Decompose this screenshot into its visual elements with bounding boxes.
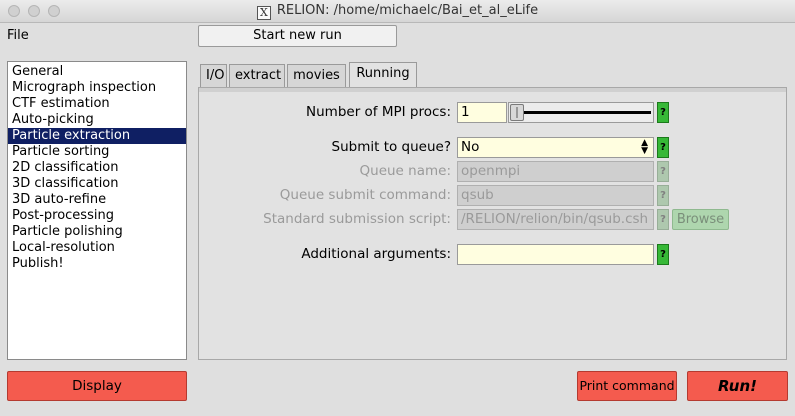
running-panel: Number of MPI procs: 1 ? Submit to queue…	[198, 87, 787, 360]
tab-extract[interactable]: extract	[229, 64, 285, 88]
job-type-list[interactable]: General Micrograph inspection CTF estima…	[7, 61, 187, 360]
queue-name-help-button[interactable]: ?	[657, 161, 669, 182]
slider-line	[521, 111, 651, 114]
start-new-run-button[interactable]: Start new run	[198, 25, 397, 47]
queue-submit-command-label: Queue submit command:	[279, 187, 451, 203]
job-item-post-processing[interactable]: Post-processing	[8, 208, 186, 224]
submit-queue-value: No	[461, 139, 480, 155]
queue-name-label: Queue name:	[359, 163, 451, 179]
title-bar: X RELION: /home/michaelc/Bai_et_al_eLife	[0, 0, 795, 23]
additional-arguments-help-button[interactable]: ?	[657, 244, 669, 265]
queue-name-input[interactable]: openmpi	[457, 161, 654, 182]
menu-file[interactable]: File	[7, 28, 29, 43]
panel-top-strip	[199, 88, 786, 92]
submit-queue-label: Submit to queue?	[331, 139, 451, 155]
mpi-procs-slider[interactable]	[508, 102, 654, 123]
tab-movies[interactable]: movies	[287, 64, 346, 88]
mpi-procs-label: Number of MPI procs:	[306, 104, 451, 120]
window-title-wrap: X RELION: /home/michaelc/Bai_et_al_eLife	[0, 3, 795, 20]
job-item-3d-classification[interactable]: 3D classification	[8, 176, 186, 192]
additional-arguments-input[interactable]	[457, 244, 654, 265]
job-item-particle-extraction[interactable]: Particle extraction	[8, 128, 186, 144]
print-command-button[interactable]: Print command	[577, 371, 677, 401]
job-item-auto-picking[interactable]: Auto-picking	[8, 112, 186, 128]
submission-script-label: Standard submission script:	[263, 211, 451, 227]
job-item-general[interactable]: General	[8, 64, 186, 80]
mpi-procs-input[interactable]: 1	[457, 102, 507, 123]
window-title: RELION: /home/michaelc/Bai_et_al_eLife	[276, 3, 539, 18]
submit-queue-select[interactable]: No ▲ ▼	[457, 137, 654, 158]
queue-submit-command-help-button[interactable]: ?	[657, 185, 669, 206]
run-button[interactable]: Run!	[687, 371, 788, 401]
job-item-ctf-estimation[interactable]: CTF estimation	[8, 96, 186, 112]
x11-icon: X	[256, 6, 271, 20]
mpi-procs-help-button[interactable]: ?	[657, 102, 669, 123]
tab-running[interactable]: Running	[349, 62, 417, 89]
tab-io[interactable]: I/O	[200, 64, 227, 88]
browse-button[interactable]: Browse	[672, 209, 729, 230]
additional-arguments-label: Additional arguments:	[301, 246, 451, 262]
job-item-2d-classification[interactable]: 2D classification	[8, 160, 186, 176]
submission-script-input[interactable]: /RELION/relion/bin/qsub.csh	[457, 209, 654, 230]
submit-queue-help-button[interactable]: ?	[657, 137, 669, 158]
job-item-local-resolution[interactable]: Local-resolution	[8, 240, 186, 256]
display-button[interactable]: Display	[7, 371, 187, 401]
job-item-micrograph-inspection[interactable]: Micrograph inspection	[8, 80, 186, 96]
submission-script-help-button[interactable]: ?	[657, 209, 669, 230]
slider-handle[interactable]	[510, 104, 524, 121]
job-item-particle-polishing[interactable]: Particle polishing	[8, 224, 186, 240]
job-item-publish[interactable]: Publish!	[8, 256, 186, 272]
job-item-particle-sorting[interactable]: Particle sorting	[8, 144, 186, 160]
job-item-3d-auto-refine[interactable]: 3D auto-refine	[8, 192, 186, 208]
queue-submit-command-input[interactable]: qsub	[457, 185, 654, 206]
select-arrows-icon: ▲ ▼	[641, 138, 648, 156]
